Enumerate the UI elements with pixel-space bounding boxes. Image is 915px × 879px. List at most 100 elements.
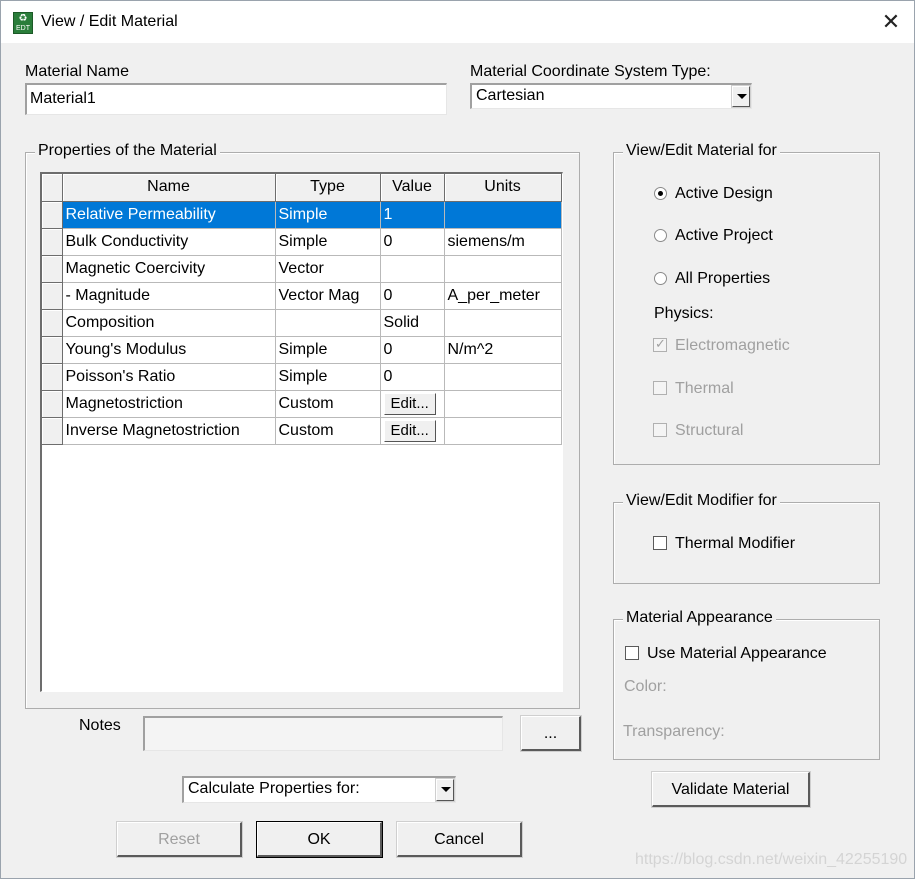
property-name[interactable]: Magnetic Coercivity	[62, 255, 276, 283]
close-icon[interactable]: ✕	[868, 1, 914, 43]
table-row[interactable]: Inverse Magnetostriction Custom Edit...	[42, 417, 562, 445]
calculate-dropdown-button[interactable]	[436, 779, 454, 801]
notes-browse-button[interactable]: ...	[521, 716, 581, 751]
property-type[interactable]: Simple	[275, 363, 381, 391]
property-value[interactable]: Solid	[380, 309, 445, 337]
property-units[interactable]	[444, 363, 562, 391]
column-header-value[interactable]: Value	[380, 174, 445, 202]
icon-glyph: ♻	[18, 13, 28, 24]
property-value[interactable]: 0	[380, 363, 445, 391]
property-type[interactable]	[275, 309, 381, 337]
property-units[interactable]: A_per_meter	[444, 282, 562, 310]
property-value[interactable]: 1	[380, 201, 445, 229]
use-appearance-checkbox[interactable]	[625, 646, 639, 660]
property-name[interactable]: Magnetostriction	[62, 390, 276, 418]
column-header-name[interactable]: Name	[62, 174, 276, 202]
property-type[interactable]: Simple	[275, 201, 381, 229]
row-header[interactable]	[42, 363, 63, 391]
all-properties-label[interactable]: All Properties	[675, 270, 770, 288]
row-header[interactable]	[42, 201, 63, 229]
row-header[interactable]	[42, 417, 63, 445]
coord-system-dropdown-button[interactable]	[732, 86, 750, 107]
appearance-group-title: Material Appearance	[623, 609, 776, 627]
property-type[interactable]: Custom	[275, 390, 381, 418]
column-header-type[interactable]: Type	[275, 174, 381, 202]
color-label: Color:	[624, 678, 667, 695]
validate-material-button[interactable]: Validate Material	[652, 772, 810, 807]
calculate-properties-select[interactable]: Calculate Properties for:	[182, 776, 456, 803]
icon-caption: EDT	[16, 25, 30, 32]
inverse-magnetostriction-edit-button[interactable]: Edit...	[383, 419, 436, 442]
check-mark-icon: ✓	[655, 336, 666, 351]
active-design-radio[interactable]	[654, 187, 667, 200]
property-name[interactable]: Bulk Conductivity	[62, 228, 276, 256]
table-row[interactable]: Poisson's Ratio Simple 0	[42, 363, 562, 391]
dialog-window: ♻ EDT View / Edit Material ✕ Material Na…	[0, 0, 915, 879]
property-units[interactable]	[444, 390, 562, 418]
row-header[interactable]	[42, 390, 63, 418]
chevron-down-icon	[737, 94, 747, 99]
active-project-label[interactable]: Active Project	[675, 227, 773, 245]
property-name[interactable]: Poisson's Ratio	[62, 363, 276, 391]
magnetostriction-edit-button[interactable]: Edit...	[383, 392, 436, 415]
column-header-units[interactable]: Units	[444, 174, 562, 202]
physics-label: Physics:	[654, 305, 714, 322]
table-row[interactable]: Young's Modulus Simple 0 N/m^2	[42, 336, 562, 364]
row-header[interactable]	[42, 309, 63, 337]
property-name[interactable]: Composition	[62, 309, 276, 337]
thermal-modifier-checkbox[interactable]	[653, 536, 667, 550]
property-type[interactable]: Simple	[275, 336, 381, 364]
property-name[interactable]: - Magnitude	[62, 282, 276, 310]
row-header[interactable]	[42, 282, 63, 310]
properties-group-title: Properties of the Material	[35, 142, 220, 160]
modifier-group-title: View/Edit Modifier for	[623, 492, 780, 510]
table-row[interactable]: Composition Solid	[42, 309, 562, 337]
cancel-button[interactable]: Cancel	[397, 822, 522, 857]
properties-table: Name Type Value Units Relative Permeabil…	[42, 174, 562, 445]
property-type[interactable]: Vector	[275, 255, 381, 283]
property-value[interactable]	[380, 255, 445, 283]
property-value[interactable]: 0	[380, 336, 445, 364]
property-units[interactable]	[444, 417, 562, 445]
table-row[interactable]: Magnetic Coercivity Vector	[42, 255, 562, 283]
material-name-input[interactable]: Material1	[25, 83, 447, 115]
row-header[interactable]	[42, 336, 63, 364]
chevron-down-icon	[441, 787, 451, 792]
property-name[interactable]: Inverse Magnetostriction	[62, 417, 276, 445]
coord-system-select[interactable]: Cartesian	[470, 83, 752, 109]
calculate-properties-value: Calculate Properties for:	[188, 780, 360, 797]
table-row[interactable]: Magnetostriction Custom Edit...	[42, 390, 562, 418]
property-units[interactable]	[444, 255, 562, 283]
active-project-radio[interactable]	[654, 229, 667, 242]
ok-button[interactable]: OK	[257, 822, 382, 857]
property-value[interactable]: 0	[380, 282, 445, 310]
property-name[interactable]: Relative Permeability	[62, 201, 276, 229]
property-type[interactable]: Simple	[275, 228, 381, 256]
property-value-cell: Edit...	[380, 417, 445, 445]
thermal-checkbox	[653, 381, 667, 395]
properties-grid[interactable]: Name Type Value Units Relative Permeabil…	[40, 172, 563, 692]
property-units[interactable]	[444, 309, 562, 337]
notes-input[interactable]	[143, 716, 503, 751]
property-units[interactable]: siemens/m	[444, 228, 562, 256]
row-header[interactable]	[42, 228, 63, 256]
property-units[interactable]	[444, 201, 562, 229]
table-row[interactable]: Bulk Conductivity Simple 0 siemens/m	[42, 228, 562, 256]
electromagnetic-label: Electromagnetic	[675, 337, 790, 354]
structural-label: Structural	[675, 422, 744, 439]
thermal-modifier-label[interactable]: Thermal Modifier	[675, 535, 795, 553]
active-design-label[interactable]: Active Design	[675, 185, 773, 203]
window-title: View / Edit Material	[41, 13, 178, 30]
reset-button[interactable]: Reset	[117, 822, 242, 857]
property-value-cell: Edit...	[380, 390, 445, 418]
table-row[interactable]: Relative Permeability Simple 1	[42, 201, 562, 229]
property-value[interactable]: 0	[380, 228, 445, 256]
table-row[interactable]: - Magnitude Vector Mag 0 A_per_meter	[42, 282, 562, 310]
all-properties-radio[interactable]	[654, 272, 667, 285]
property-name[interactable]: Young's Modulus	[62, 336, 276, 364]
row-header[interactable]	[42, 255, 63, 283]
use-appearance-label[interactable]: Use Material Appearance	[647, 645, 827, 663]
property-type[interactable]: Custom	[275, 417, 381, 445]
property-units[interactable]: N/m^2	[444, 336, 562, 364]
property-type[interactable]: Vector Mag	[275, 282, 381, 310]
